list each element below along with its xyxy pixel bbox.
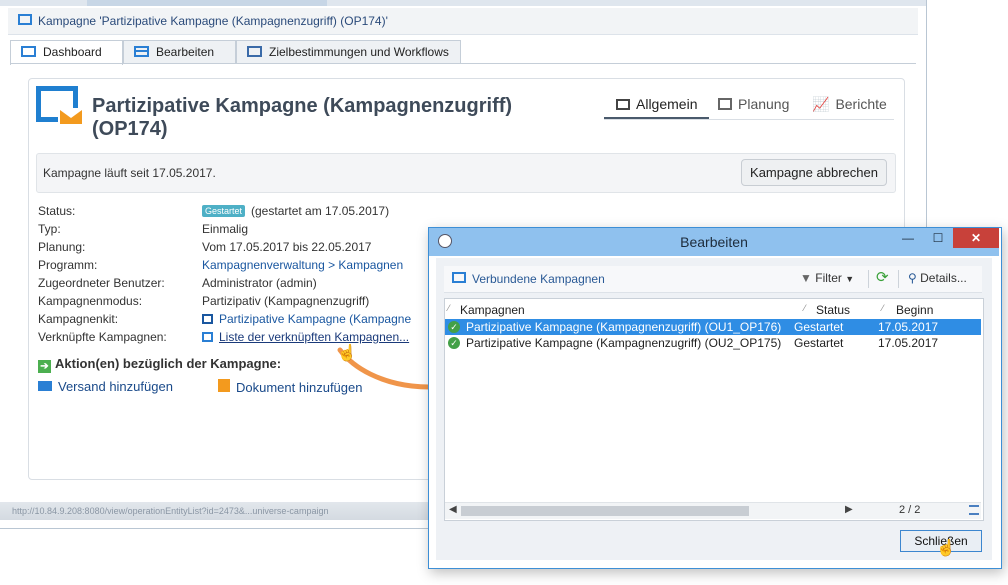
tab-bearbeiten[interactable]: Bearbeiten	[123, 40, 236, 63]
hand-cursor-icon: ☝	[337, 345, 357, 362]
tab-dashboard-label: Dashboard	[43, 45, 102, 59]
window-top-strip	[0, 0, 926, 6]
cancel-campaign-button[interactable]: Kampagne abbrechen	[741, 159, 887, 186]
col-beginn[interactable]: Beginn	[896, 303, 933, 317]
window-titlebar: Kampagne 'Partizipative Kampagne (Kampag…	[8, 8, 918, 35]
linked-campaigns-icon	[452, 272, 466, 283]
field-value-programm-link[interactable]: Kampagnenverwaltung > Kampagnen	[202, 258, 403, 272]
calendar-icon	[718, 98, 732, 110]
row-name: Partizipative Kampagne (Kampagnenzugriff…	[466, 336, 782, 350]
check-icon: ✓	[448, 321, 460, 333]
tab-divider	[10, 63, 916, 64]
workflow-icon	[247, 46, 262, 57]
field-label-kit: Kampagnenkit:	[38, 312, 119, 326]
dashboard-icon	[21, 46, 36, 57]
view-tab-berichte[interactable]: 📈 Berichte	[812, 92, 887, 122]
edit-form-icon	[134, 46, 149, 57]
table-row[interactable]: ✓ Partizipative Kampagne (Kampagnenzugri…	[445, 335, 981, 351]
field-label-typ: Typ:	[38, 222, 61, 236]
view-tab-berichte-label: Berichte	[835, 96, 887, 112]
campaign-large-icon	[36, 86, 86, 136]
view-tab-planung-label: Planung	[738, 96, 790, 112]
row-status: Gestartet	[794, 336, 844, 350]
details-button[interactable]: ⚲ Details...	[908, 271, 967, 285]
browser-status-url: http://10.84.9.208:8080/view/operationEn…	[0, 502, 430, 520]
menu-icon[interactable]	[969, 505, 979, 515]
minimize-icon[interactable]: —	[893, 228, 923, 248]
kit-icon	[202, 314, 213, 324]
linked-campaigns-heading: Verbundene Kampagnen	[472, 272, 605, 286]
field-label-planung: Planung:	[38, 240, 86, 254]
grid-header: ⁄ Kampagnen ⁄ Status ⁄ Beginn	[445, 299, 981, 320]
record-count: 2 / 2	[899, 504, 921, 516]
view-tabs: Allgemein Planung 📈 Berichte	[604, 92, 894, 120]
refresh-icon[interactable]: ⟳	[876, 268, 889, 286]
actions-heading-label: Aktion(en) bezüglich der Kampagne:	[55, 356, 282, 371]
scroll-left-icon[interactable]: ◀	[449, 504, 457, 515]
details-label: Details...	[920, 271, 967, 285]
row-name: Partizipative Kampagne (Kampagnenzugriff…	[466, 320, 782, 334]
campaign-title: Partizipative Kampagne (Kampagnenzugriff…	[92, 95, 513, 140]
actions-heading: ➔ Aktion(en) bezüglich der Kampagne:	[38, 356, 281, 373]
pointer-cursor-icon: ☝	[936, 540, 956, 557]
status-badge: Gestartet	[202, 205, 246, 217]
field-value-typ: Einmalig	[202, 222, 249, 236]
arrow-right-icon: ➔	[38, 360, 51, 373]
field-value-benutzer: Administrator (admin)	[202, 276, 317, 290]
row-start: 17.05.2017	[878, 336, 939, 350]
status-date: (gestartet am 17.05.2017)	[251, 204, 390, 218]
chart-line-icon: 📈	[812, 96, 830, 112]
magnifier-icon: ⚲	[908, 271, 917, 285]
dialog-toolbar: Verbundene Kampagnen ▼ Filter ▼ ⟳ ⚲ Deta…	[444, 266, 982, 293]
sort-icon: ⁄	[448, 303, 450, 313]
sort-icon: ⁄	[882, 303, 884, 313]
field-label-modus: Kampagnenmodus:	[38, 294, 143, 308]
dialog-titlebar: Bearbeiten — ☐ ✕	[429, 228, 999, 256]
field-value-status: Gestartet (gestartet am 17.05.2017)	[202, 204, 389, 218]
close-icon[interactable]: ✕	[953, 228, 999, 248]
field-value-modus: Partizipativ (Kampagnenzugriff)	[202, 294, 370, 308]
tab-dashboard[interactable]: Dashboard	[10, 40, 123, 65]
kit-link-label: Partizipative Kampagne (Kampagne	[219, 312, 412, 326]
tab-workflows[interactable]: Zielbestimmungen und Workflows	[236, 40, 461, 63]
funnel-icon: ▼	[800, 271, 812, 285]
filter-button[interactable]: ▼ Filter ▼	[800, 271, 854, 285]
field-label-programm: Programm:	[38, 258, 98, 272]
row-start: 17.05.2017	[878, 320, 939, 334]
check-icon: ✓	[448, 337, 460, 349]
sort-icon: ⁄	[804, 303, 806, 313]
add-delivery-label: Versand hinzufügen	[58, 379, 173, 394]
field-label-benutzer: Zugeordneter Benutzer:	[38, 276, 165, 290]
tab-workflows-label: Zielbestimmungen und Workflows	[269, 45, 449, 59]
list-icon	[616, 99, 630, 110]
document-icon	[218, 379, 230, 392]
running-since-text: Kampagne läuft seit 17.05.2017.	[43, 166, 216, 180]
field-label-status: Status:	[38, 204, 76, 218]
field-value-planung: Vom 17.05.2017 bis 22.05.2017	[202, 240, 372, 254]
col-kampagnen[interactable]: Kampagnen	[460, 303, 525, 317]
view-tab-allgemein-label: Allgemein	[636, 96, 698, 112]
view-tab-active-indicator	[604, 117, 709, 119]
scroll-thumb[interactable]	[461, 506, 749, 516]
field-label-verknuepft: Verknüpfte Kampagnen:	[38, 330, 167, 344]
maximize-icon[interactable]: ☐	[923, 228, 953, 248]
view-tab-planung[interactable]: Planung	[718, 92, 789, 122]
envelope-icon	[38, 381, 52, 391]
horizontal-scrollbar[interactable]: ◀ ▶ 2 / 2	[445, 502, 981, 519]
window-title: Kampagne 'Partizipative Kampagne (Kampag…	[38, 14, 388, 28]
field-value-kit-link[interactable]: Partizipative Kampagne (Kampagne	[202, 312, 411, 326]
scroll-right-icon[interactable]: ▶	[845, 504, 853, 515]
chevron-down-icon: ▼	[845, 274, 855, 284]
col-status[interactable]: Status	[816, 303, 850, 317]
add-delivery-link[interactable]: Versand hinzufügen	[38, 379, 173, 394]
row-status: Gestartet	[794, 320, 844, 334]
campaign-icon	[18, 14, 32, 25]
tab-bearbeiten-label: Bearbeiten	[156, 45, 215, 59]
table-row[interactable]: ✓ Partizipative Kampagne (Kampagnenzugri…	[445, 319, 981, 335]
view-tabs-line	[604, 119, 894, 120]
campaign-list-icon	[202, 332, 213, 342]
filter-label: Filter	[815, 271, 842, 285]
